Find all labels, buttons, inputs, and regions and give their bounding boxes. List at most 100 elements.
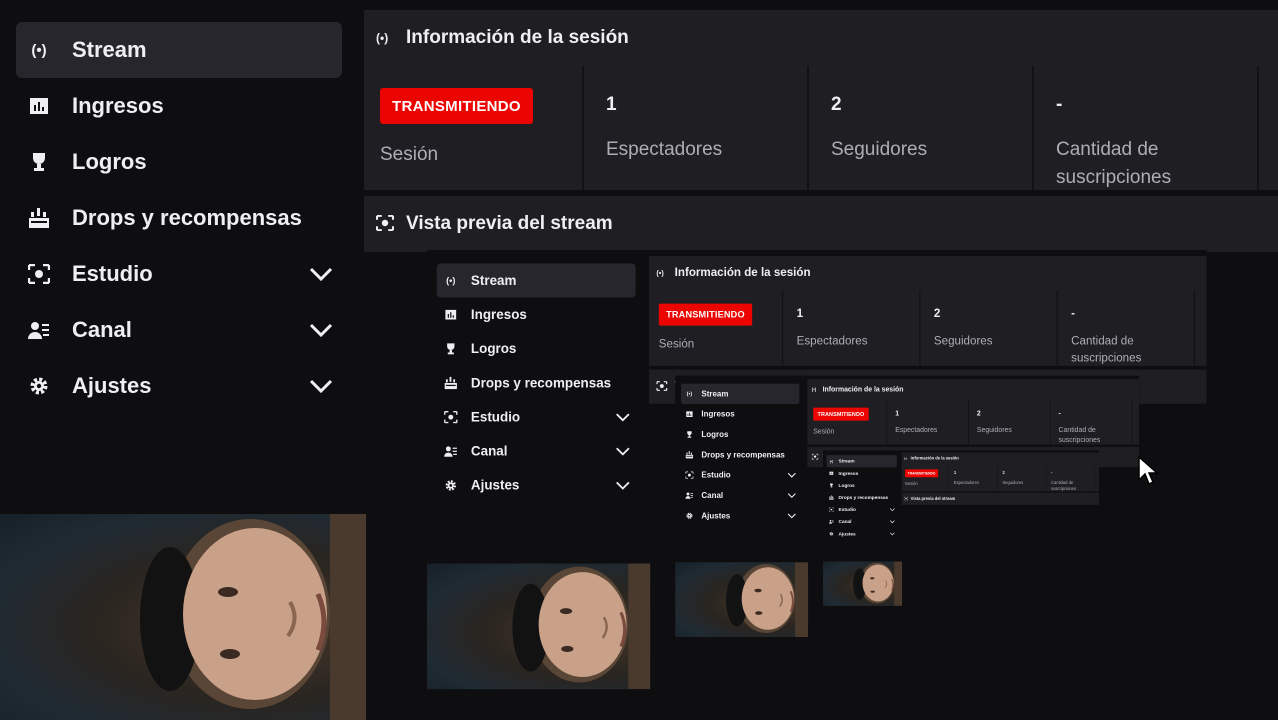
sidebar-item-canal[interactable]: Canal [681,485,799,505]
sidebar-item-logros[interactable]: Logros [437,332,636,366]
gear-icon [26,373,52,399]
stat-divider [1257,66,1259,190]
session-info-title: Información de la sesión [406,27,629,48]
dashboard-content: (•) Stream Ingresos Logros Drops y recom… [822,450,1099,606]
chevron-down-icon[interactable] [889,520,896,524]
studio-icon [685,470,694,479]
stat-label: Seguidores [976,426,1012,434]
sidebar-item-estudio[interactable]: Estudio [16,246,342,302]
sidebar-item-estudio[interactable]: Estudio [437,400,636,434]
sidebar-item-stream[interactable]: (•) Stream [16,22,342,78]
stream-preview-header[interactable]: Vista previa del stream [904,496,955,501]
broadcast-icon: (•) [811,386,817,392]
broadcast-icon: (•) [686,390,693,397]
sidebar-item-label: Canal [72,317,132,342]
sidebar-item-stream[interactable]: (•) Stream [826,455,897,468]
sidebar-item-estudio[interactable]: Estudio [826,504,896,516]
sidebar-item-canal[interactable]: Canal [826,516,896,528]
stream-preview-header[interactable]: Vista previa del stream [375,212,613,236]
sidebar-item-label: Logros [838,482,855,489]
trophy-icon [685,430,694,439]
session-info-title: Información de la sesión [910,456,959,461]
sidebar-item-drops[interactable]: Drops y recompensas [437,366,636,400]
stat-value: 2 [933,307,941,321]
stat-seguidores: 2 Seguidores [998,465,1046,492]
status-badge: TRANSMITIENDO [380,88,533,124]
webcam-overlay [427,563,651,690]
sidebar-item-label: Ingresos [701,409,735,419]
sidebar-item-stream[interactable]: (•) Stream [681,383,800,404]
session-label: Sesión [813,427,835,436]
stream-preview-level-2: (•) Stream Ingresos Logros Drops y recom… [675,375,1140,637]
chevron-down-icon[interactable] [615,411,631,423]
session-info-header: (•) Información de la sesión [904,456,959,461]
broadcast-icon: (•) [31,41,47,59]
stat-label: Cantidad de suscripciones [1071,334,1142,365]
sidebar-item-stream[interactable]: (•) Stream [436,263,636,298]
chevron-down-icon[interactable] [787,492,796,499]
sidebar-item-ingresos[interactable]: Ingresos [826,467,896,479]
sidebar-item-drops[interactable]: Drops y recompensas [681,445,799,465]
sidebar-item-ingresos[interactable]: Ingresos [437,298,636,332]
broadcast-icon: (•) [904,457,907,461]
gift-icon [685,450,694,459]
chevron-down-icon[interactable] [615,445,631,457]
chevron-down-icon[interactable] [787,512,796,519]
session-info-header: (•) Información de la sesión [376,26,629,50]
sidebar-item-label: Drops y recompensas [470,375,612,391]
sidebar-item-label: Stream [470,272,517,288]
sidebar-item-ingresos[interactable]: Ingresos [16,78,342,134]
stat-value: 2 [1002,470,1005,476]
stat-value: - [1071,307,1076,321]
stat-suscripciones: - Cantidad de suscripciones [1046,465,1094,492]
stream-preview-panel: Vista previa del stream [364,196,1278,252]
stat-label: Espectadores [953,480,979,485]
chevron-down-icon[interactable] [889,532,896,536]
stat-seguidores: 2 Seguidores [920,290,1055,366]
broadcast-icon: (•) [656,268,664,278]
chevron-down-icon[interactable] [615,479,631,491]
session-label: Sesión [905,481,918,487]
sidebar-item-ajustes[interactable]: Ajustes [437,468,636,502]
stat-espectadores: 1 Espectadores [887,400,968,445]
sidebar-item-drops[interactable]: Drops y recompensas [826,491,896,503]
sidebar-item-logros[interactable]: Logros [16,134,342,190]
trophy-icon [443,341,459,357]
sidebar-item-label: Estudio [701,470,731,480]
chevron-down-icon[interactable] [889,507,896,512]
chevron-down-icon[interactable] [308,376,334,396]
webcam-overlay [0,514,366,720]
mouse-cursor-icon [1138,456,1158,486]
sidebar-item-drops[interactable]: Drops y recompensas [16,190,342,246]
sidebar-item-ajustes[interactable]: Ajustes [681,506,799,526]
sidebar-item-canal[interactable]: Canal [16,302,342,358]
sidebar-item-ingresos[interactable]: Ingresos [681,404,799,424]
people-icon [685,491,694,500]
session-info-panel: (•) Información de la sesión TRANSMITIEN… [807,379,1140,445]
stat-suscripciones: - Cantidad de suscripciones [1034,66,1256,190]
sidebar-item-label: Canal [470,443,508,459]
chevron-down-icon[interactable] [308,320,334,340]
stat-seguidores: 2 Seguidores [969,400,1050,445]
sidebar-item-logros[interactable]: Logros [681,424,799,444]
sidebar-item-estudio[interactable]: Estudio [681,465,799,485]
stat-label: Cantidad de suscripciones [1058,426,1101,444]
sidebar-item-ajustes[interactable]: Ajustes [826,528,896,540]
stat-label: Cantidad de suscripciones [1056,139,1172,188]
sidebar-item-label: Estudio [72,261,153,286]
stat-label: Cantidad de suscripciones [1051,480,1076,492]
studio-icon [26,261,52,287]
stat-label: Seguidores [933,334,993,348]
stat-espectadores: 1 Espectadores [584,66,806,190]
sidebar-item-label: Estudio [470,409,521,425]
session-info-title: Información de la sesión [822,385,904,394]
status-badge: TRANSMITIENDO [905,469,939,478]
chevron-down-icon[interactable] [308,264,334,284]
sidebar-item-label: Ajustes [72,373,152,398]
sidebar-item-label: Canal [838,518,852,525]
chevron-down-icon[interactable] [787,471,796,478]
stat-suscripciones: - Cantidad de suscripciones [1058,290,1193,366]
sidebar-item-ajustes[interactable]: Ajustes [16,358,342,414]
sidebar-item-canal[interactable]: Canal [437,434,636,468]
sidebar-item-logros[interactable]: Logros [826,479,896,491]
